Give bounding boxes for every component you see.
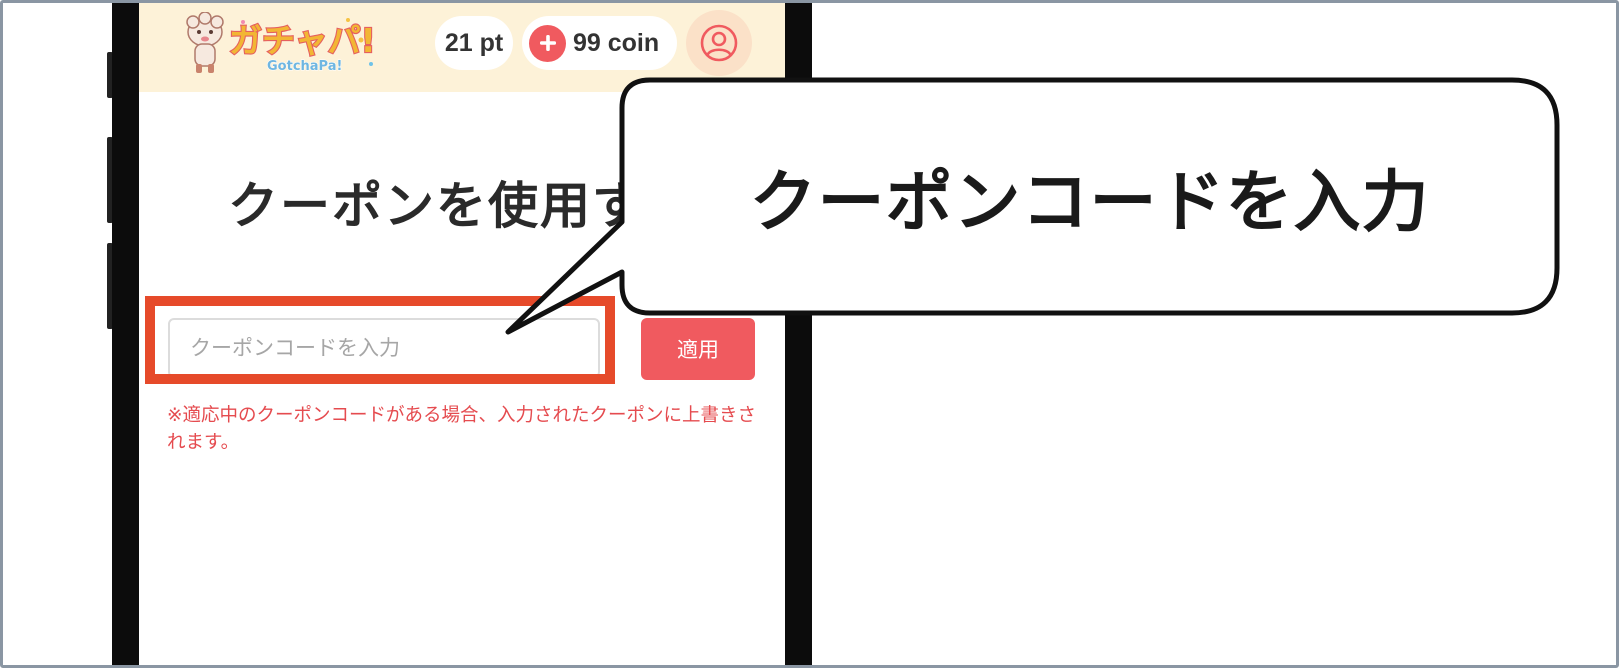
account-button[interactable] (686, 10, 752, 76)
svg-text:ガチャパ!: ガチャパ! (229, 21, 376, 60)
coin-balance[interactable]: 99 coin (522, 16, 677, 70)
callout-text: クーポンコードを入力 (749, 163, 1430, 241)
app-header: ガチャパ! GotchaPa! 21 pt 99 coin (139, 0, 785, 92)
svg-text:GotchaPa!: GotchaPa! (267, 59, 342, 74)
phone-screen: ガチャパ! GotchaPa! 21 pt 99 coin クーポンを使用する … (139, 0, 785, 668)
apply-button[interactable]: 適用 (641, 318, 755, 380)
overwrite-notice: ※適応中のクーポンコードがある場合、入力されたクーポンに上書きされます。 (167, 405, 757, 453)
points-badge: 21 pt (435, 16, 513, 70)
user-circle-icon (700, 24, 738, 62)
coin-label: 99 coin (573, 28, 660, 57)
input-highlight-frame (145, 296, 615, 384)
logo[interactable]: ガチャパ! GotchaPa! (183, 11, 383, 76)
logo-image: ガチャパ! GotchaPa! (186, 11, 377, 75)
points-label: 21 pt (444, 28, 504, 57)
plus-icon[interactable] (529, 24, 566, 62)
